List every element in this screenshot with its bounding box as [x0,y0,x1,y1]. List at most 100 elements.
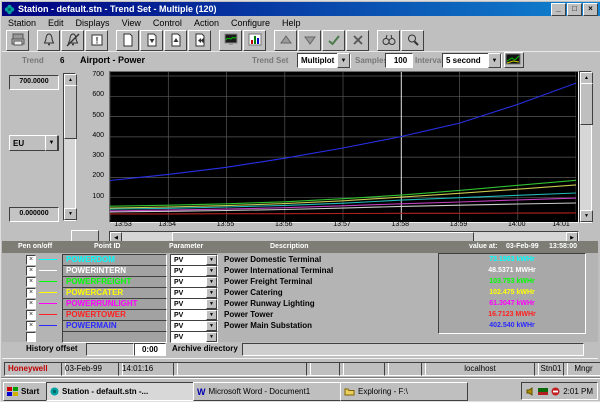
volume-icon[interactable] [526,387,535,396]
toolbar-separator [109,31,116,50]
menu-action[interactable]: Action [188,18,225,28]
page-first-button[interactable] [188,30,211,51]
bar-chart-button[interactable] [243,30,266,51]
down-triangle-button[interactable] [298,30,321,51]
monitor-button[interactable] [219,30,242,51]
point-value: 402.540 kWHr [439,322,585,329]
chevron-down-icon[interactable]: ▼ [206,255,217,265]
menu-displays[interactable]: Displays [70,18,116,28]
alert-button[interactable]: ! [85,30,108,51]
pen-checkbox[interactable]: × [26,266,36,276]
page-down-button[interactable] [140,30,163,51]
range-min-box[interactable]: 0.000000 [9,207,59,222]
binoculars-button[interactable] [377,30,400,51]
chevron-down-icon[interactable]: ▼ [206,321,217,331]
chevron-down-icon[interactable]: ▼ [206,332,217,342]
menu-view[interactable]: View [116,18,147,28]
station-tray-icon[interactable] [538,387,548,396]
close-icon [350,33,366,47]
pen-checkbox[interactable]: × [26,299,36,309]
chevron-down-icon[interactable]: ▼ [337,53,350,68]
chevron-down-icon[interactable]: ▼ [206,277,217,287]
close-button[interactable] [346,30,369,51]
x-tick-label: 13:54 [153,221,181,228]
binoculars-icon [381,33,397,47]
status-time: 14:01:16 [118,362,178,376]
y-tick-label: 600 [78,91,104,98]
menu-control[interactable]: Control [147,18,188,28]
interval-select[interactable]: 5 second▼ [442,53,502,68]
scrollbar-thumb[interactable] [580,83,593,125]
page-up-button[interactable] [164,30,187,51]
pen-color-sample [39,292,57,293]
status-date: 03-Feb-99 [61,362,123,376]
chevron-down-icon[interactable]: ▼ [206,310,217,320]
menu-help[interactable]: Help [276,18,307,28]
trend-plot[interactable] [109,71,579,223]
scroll-down-icon[interactable]: ▼ [580,210,593,222]
svg-text:!: ! [95,36,98,46]
point-value: 102.475 kWHr [439,289,585,296]
title-bar[interactable]: Station - default.stn - Trend Set - Mult… [2,2,600,16]
check-button[interactable] [322,30,345,51]
alarm-tray-icon[interactable] [551,387,560,396]
toolbar-separator [212,31,219,50]
chevron-down-icon[interactable]: ▼ [45,135,58,151]
samples-input[interactable]: 100 [385,53,413,68]
right-scrollbar[interactable]: ▲ ▼ [579,71,592,223]
point-description: Power Main Substation [224,321,312,330]
bell-slash-button[interactable] [61,30,84,51]
trend-number: 6 [60,56,64,65]
station-window: Station - default.stn - Trend Set - Mult… [0,0,600,402]
close-button[interactable]: × [583,3,598,16]
unit-select[interactable]: EU▼ [9,135,59,151]
archive-directory-field[interactable] [242,343,584,356]
task-word[interactable]: W Microsoft Word - Document1 [193,382,343,401]
up-triangle-button[interactable] [274,30,297,51]
trend-label: Trend [22,56,44,65]
chevron-down-icon[interactable]: ▼ [206,299,217,309]
printer-button[interactable] [6,30,29,51]
toolbar-separator [30,31,37,50]
minimize-button[interactable]: _ [551,3,566,16]
point-value: 48.5371 MWHr [439,267,585,274]
down-triangle-icon [302,33,318,47]
history-offset-field[interactable] [86,343,134,356]
trend-set-select[interactable]: Multiplot▼ [297,53,351,68]
trend-display-button[interactable] [504,52,524,68]
pen-checkbox[interactable]: × [26,288,36,298]
printer-icon [10,33,26,47]
windows-logo-icon [7,387,18,396]
check-icon [326,33,342,47]
system-tray: 2:01 PM [521,382,598,400]
col-point-id: Point ID [94,243,120,250]
pen-checkbox[interactable]: × [26,321,36,331]
x-tick-label: 13:58 [386,221,414,228]
range-max-box[interactable]: 700.0000 [9,75,59,90]
page-button[interactable] [116,30,139,51]
maximize-button[interactable]: □ [567,3,582,16]
x-tick-label: 14:00 [503,221,531,228]
value-date: 03-Feb-99 [506,243,539,250]
history-offset-value[interactable]: 0:00 [134,343,166,356]
menu-configure[interactable]: Configure [225,18,276,28]
chevron-down-icon[interactable]: ▼ [206,288,217,298]
pen-checkbox[interactable]: × [26,277,36,287]
bell-button[interactable] [37,30,60,51]
pen-color-sample [39,281,57,282]
chevron-down-icon[interactable]: ▼ [206,266,217,276]
zoom-button[interactable] [401,30,424,51]
up-triangle-icon [278,33,294,47]
toolbar-separator [370,31,377,50]
chevron-down-icon[interactable]: ▼ [488,53,501,68]
start-button[interactable]: Start [3,382,47,401]
pen-checkbox[interactable]: × [26,255,36,265]
task-station[interactable]: Station - default.stn -... [46,382,196,401]
menu-edit[interactable]: Edit [42,18,70,28]
taskbar: Start Station - default.stn -... W Micro… [1,378,600,402]
status-empty-4 [384,362,426,376]
pen-checkbox[interactable]: × [26,310,36,320]
task-explorer[interactable]: Exploring - F:\ [340,382,468,401]
menu-station[interactable]: Station [2,18,42,28]
pen-checkbox[interactable] [26,332,36,342]
